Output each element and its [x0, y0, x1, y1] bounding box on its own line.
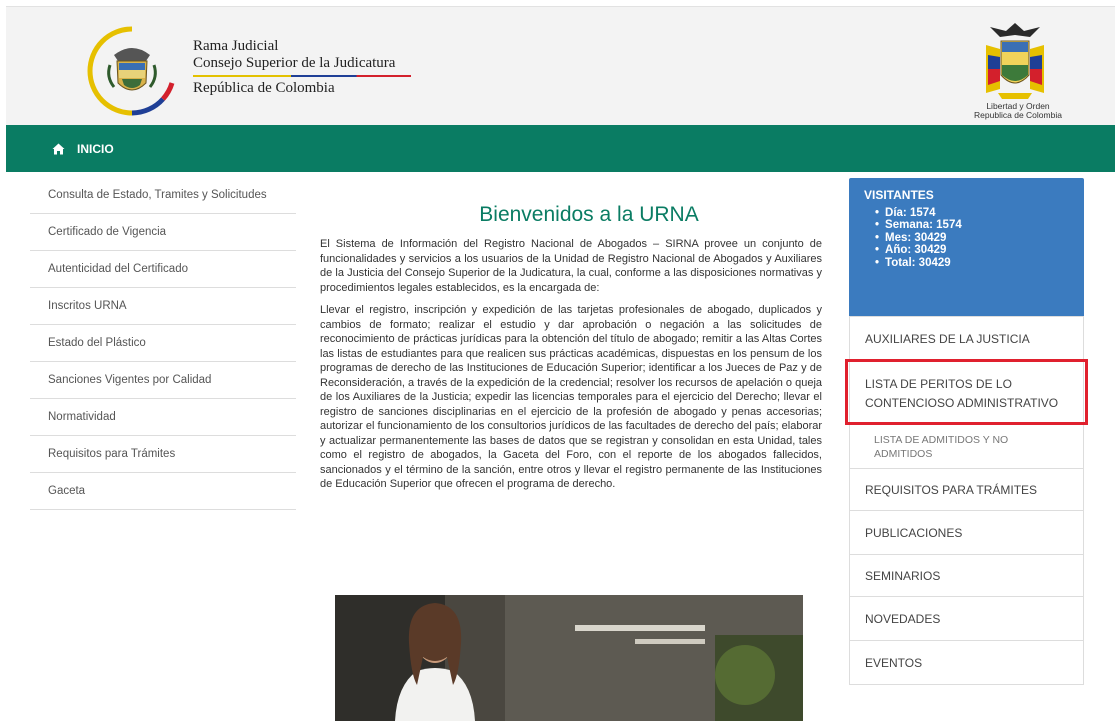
menu-eventos[interactable]: EVENTOS — [850, 640, 1083, 684]
menu-seminarios[interactable]: SEMINARIOS — [850, 554, 1083, 596]
brand-line-3: República de Colombia — [193, 80, 335, 96]
sidebar-item-inscritos-urna[interactable]: Inscritos URNA — [30, 288, 296, 325]
sidebar-item-requisitos-tramites[interactable]: Requisitos para Trámites — [30, 436, 296, 473]
right-menu: AUXILIARES DE LA JUSTICIA LISTA DE PERIT… — [849, 316, 1084, 685]
menu-lista-peritos[interactable]: LISTA DE PERITOS DE LO CONTENCIOSO ADMIN… — [850, 360, 1083, 426]
rama-judicial-logo — [87, 26, 175, 116]
main-content: Bienvenidos a la URNA El Sistema de Info… — [320, 200, 822, 492]
sidebar-item-estado-plastico[interactable]: Estado del Plástico — [30, 325, 296, 362]
menu-requisitos-tramites[interactable]: REQUISITOS PARA TRÁMITES — [850, 468, 1083, 510]
sidebar-item-gaceta[interactable]: Gaceta — [30, 473, 296, 510]
menu-auxiliares-justicia[interactable]: AUXILIARES DE LA JUSTICIA — [850, 316, 1083, 360]
brand-line-1: Rama Judicial — [193, 38, 279, 54]
page-title: Bienvenidos a la URNA — [479, 203, 699, 226]
brand-line-2: Consejo Superior de la Judicatura — [193, 55, 396, 71]
visitors-day: Día: 1574 — [875, 207, 1084, 219]
visitors-list: Día: 1574 Semana: 1574 Mes: 30429 Año: 3… — [864, 207, 1084, 269]
nav-inicio-link[interactable]: INICIO — [52, 125, 114, 172]
sidebar-item-consulta-estado[interactable]: Consulta de Estado, Tramites y Solicitud… — [30, 177, 296, 214]
visitors-total: Total: 30429 — [875, 257, 1084, 269]
visitors-panel: VISITANTES Día: 1574 Semana: 1574 Mes: 3… — [849, 178, 1084, 316]
home-icon — [52, 143, 65, 154]
left-sidebar: Consulta de Estado, Tramites y Solicitud… — [30, 177, 296, 510]
brand-text: Rama Judicial Consejo Superior de la Jud… — [193, 38, 411, 98]
visitors-title: VISITANTES — [864, 188, 934, 202]
menu-lista-peritos-line-2: CONTENCIOSO ADMINISTRATIVO — [865, 395, 1059, 410]
video-thumbnail — [335, 595, 803, 721]
sidebar-item-autenticidad-certificado[interactable]: Autenticidad del Certificado — [30, 251, 296, 288]
submenu-lista-admitidos-line-1: LISTA DE ADMITIDOS Y NO — [874, 434, 1009, 446]
nav-inicio-label: INICIO — [77, 141, 114, 156]
welcome-video[interactable] — [335, 595, 803, 721]
functions-paragraph: Llevar el registro, inscripción y expedi… — [320, 304, 823, 490]
menu-novedades[interactable]: NOVEDADES — [850, 596, 1083, 640]
colombia-coat-of-arms-icon — [986, 23, 1044, 99]
coat-of-arms-caption: Libertad y Orden Republica de Colombia — [974, 101, 1062, 120]
main-navbar: INICIO — [6, 125, 1115, 172]
menu-publicaciones[interactable]: PUBLICACIONES — [850, 510, 1083, 554]
submenu-lista-admitidos-line-2: ADMITIDOS — [874, 448, 933, 460]
menu-lista-peritos-line-1: LISTA DE PERITOS DE LO — [865, 376, 1012, 391]
site-header: Rama Judicial Consejo Superior de la Jud… — [6, 6, 1115, 125]
sidebar-item-sanciones-vigentes[interactable]: Sanciones Vigentes por Calidad — [30, 362, 296, 399]
intro-paragraph: El Sistema de Información del Registro N… — [320, 238, 822, 294]
sidebar-item-normatividad[interactable]: Normatividad — [30, 399, 296, 436]
submenu-lista-admitidos[interactable]: LISTA DE ADMITIDOS Y NO ADMITIDOS — [850, 426, 1083, 468]
brand-tricolor-rule — [193, 75, 411, 77]
visitors-month: Mes: 30429 — [875, 232, 1084, 244]
visitors-week: Semana: 1574 — [875, 219, 1084, 231]
sidebar-item-certificado-vigencia[interactable]: Certificado de Vigencia — [30, 214, 296, 251]
visitors-year: Año: 30429 — [875, 244, 1084, 256]
